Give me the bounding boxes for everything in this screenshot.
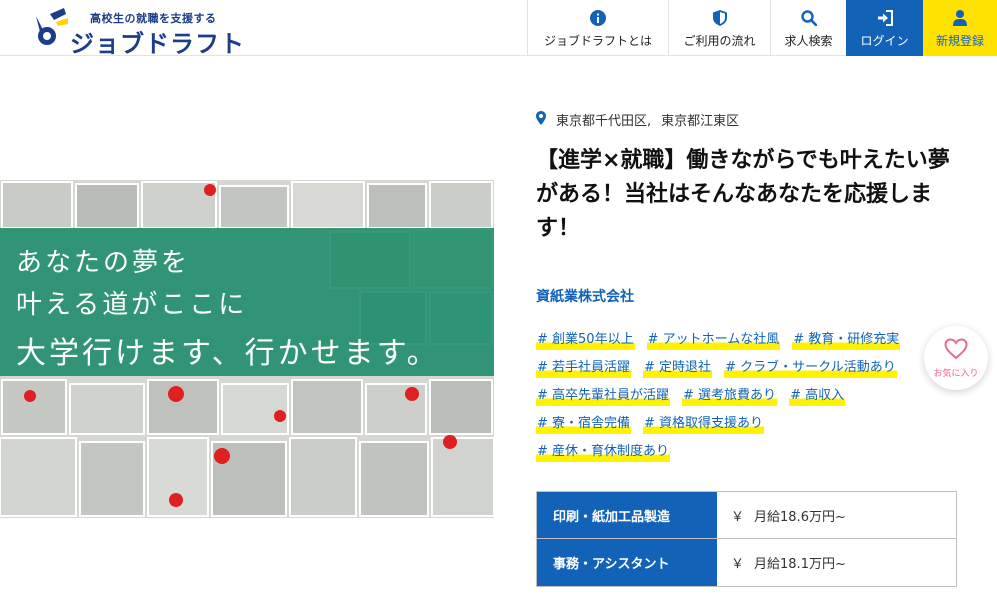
tag-item[interactable]: # 高卒先輩社員が活躍 <box>536 386 671 406</box>
register-label: 新規登録 <box>935 34 984 48</box>
site-logo[interactable]: 高校生の就職を支援する ジョブドラフト <box>30 4 250 58</box>
nav-search-label: 求人検索 <box>784 34 833 48</box>
yen-icon: ￥ <box>731 509 745 525</box>
favorite-button[interactable]: お気に入り <box>924 326 988 390</box>
tag-item[interactable]: # 定時退社 <box>643 358 713 378</box>
site-header: 高校生の就職を支援する ジョブドラフト ジョブドラフトとは ご利用の流れ 求人検… <box>0 0 997 58</box>
salary-text: 月給18.1万円~ <box>754 557 846 572</box>
table-row[interactable]: 印刷・紙加工品製造 ￥ 月給18.6万円~ <box>537 492 956 539</box>
search-icon <box>800 7 817 29</box>
global-nav: ジョブドラフトとは ご利用の流れ 求人検索 ログイン 新規登録 <box>527 0 997 56</box>
salary-text: 月給18.6万円~ <box>754 509 846 525</box>
hero-copy-line3: 大学行けます、行かせます。 <box>16 336 440 371</box>
tag-row: # 産休・育休制度あり <box>536 440 936 468</box>
tag-item[interactable]: # 資格取得支援あり <box>643 414 765 434</box>
nav-about-label: ジョブドラフトとは <box>543 34 652 48</box>
tag-item[interactable]: # 教育・研修充実 <box>792 330 901 350</box>
positions-table: 印刷・紙加工品製造 ￥ 月給18.6万円~ 事務・アシスタント ￥ 月給18.1… <box>536 491 957 587</box>
shield-icon <box>712 7 727 29</box>
tag-item[interactable]: # クラブ・サークル活動あり <box>724 358 897 378</box>
tag-item[interactable]: # 高収入 <box>789 386 846 406</box>
position-name: 事務・アシスタント <box>537 539 717 586</box>
nav-about[interactable]: ジョブドラフトとは <box>527 0 668 56</box>
nav-flow-label: ご利用の流れ <box>683 34 756 48</box>
yen-icon: ￥ <box>731 557 745 572</box>
nav-flow[interactable]: ご利用の流れ <box>668 0 770 56</box>
feature-tags: # 創業50年以上 # アットホームな社風 # 教育・研修充実 # 若手社員活躍 # … <box>536 328 936 468</box>
location-2: 東京都江東区 <box>661 114 740 129</box>
heart-icon <box>944 337 968 364</box>
logo-name: ジョブドラフト <box>70 30 245 58</box>
position-name: 印刷・紙加工品製造 <box>537 492 717 538</box>
hero-image: あなたの夢を 叶える道がここに 大学行けます、行かせます。 <box>0 180 494 518</box>
nav-search[interactable]: 求人検索 <box>770 0 846 56</box>
login-icon <box>877 7 893 29</box>
login-button[interactable]: ログイン <box>846 0 923 56</box>
tag-item[interactable]: # 若手社員活躍 <box>536 358 632 378</box>
tag-item[interactable]: # アットホームな社風 <box>646 330 781 350</box>
position-salary: ￥ 月給18.1万円~ <box>717 539 956 586</box>
tag-item[interactable]: # 産休・育休制度あり <box>536 442 671 462</box>
hero-copy-line1: あなたの夢を <box>16 248 191 278</box>
tag-item[interactable]: # 創業50年以上 <box>536 330 635 350</box>
hero-copy-line2: 叶える道がここに <box>16 290 248 320</box>
table-row[interactable]: 事務・アシスタント ￥ 月給18.1万円~ <box>537 539 956 586</box>
job-location: 東京都千代田区, 東京都江東区 <box>536 110 739 129</box>
map-pin-icon <box>536 110 546 129</box>
tag-item[interactable]: # 寮・宿舎完備 <box>536 414 632 434</box>
user-icon <box>953 7 967 29</box>
info-icon <box>590 7 606 29</box>
login-label: ログイン <box>860 34 909 48</box>
position-salary: ￥ 月給18.6万円~ <box>717 492 956 538</box>
company-name[interactable]: 資紙業株式会社 <box>536 286 634 306</box>
location-1: 東京都千代田区, <box>556 114 652 129</box>
logo-mark-icon <box>36 8 68 45</box>
tag-row: # 若手社員活躍 # 定時退社 # クラブ・サークル活動あり <box>536 356 936 384</box>
register-button[interactable]: 新規登録 <box>923 0 997 56</box>
tag-item[interactable]: # 選考旅費あり <box>682 386 778 406</box>
tag-row: # 寮・宿舎完備 # 資格取得支援あり <box>536 412 936 440</box>
favorite-label: お気に入り <box>933 368 979 379</box>
tag-row: # 高卒先輩社員が活躍 # 選考旅費あり # 高収入 <box>536 384 936 412</box>
tag-row: # 創業50年以上 # アットホームな社風 # 教育・研修充実 <box>536 328 936 356</box>
job-title: 【進学×就職】働きながらでも叶えたい夢がある！当社はそんなあなたを応援します！ <box>536 148 950 242</box>
